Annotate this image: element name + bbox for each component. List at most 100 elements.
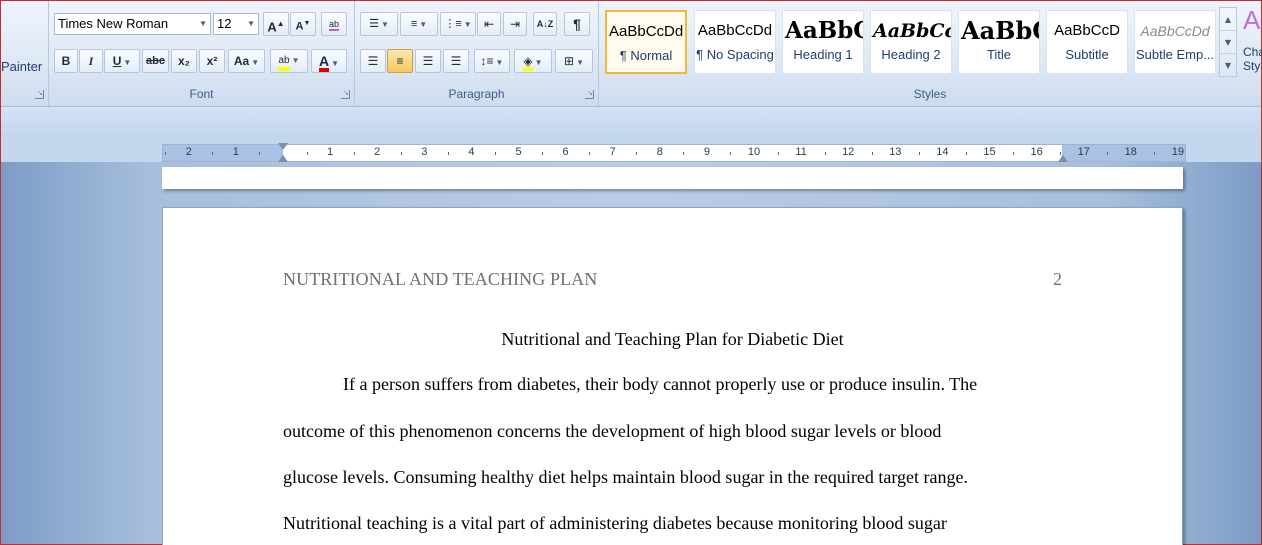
style-subtitle[interactable]: AaBbCcD Subtitle (1046, 10, 1128, 74)
strikethrough-button[interactable]: abc (142, 49, 169, 73)
chevron-down-icon[interactable]: ▼ (331, 59, 339, 68)
clear-formatting-icon: ab (328, 19, 339, 31)
style-name: Subtitle (1065, 47, 1109, 62)
sort-button[interactable]: A↓Z (533, 12, 557, 36)
ruler-number: 16 (1030, 146, 1043, 158)
change-styles-button[interactable]: A Cha Sty (1243, 5, 1262, 73)
highlighter-icon: ab (278, 55, 290, 71)
bullets-button[interactable]: ☰ ▼ (360, 12, 398, 36)
chevron-down-icon[interactable]: ▼ (123, 58, 131, 67)
bold-button[interactable]: B (54, 49, 78, 73)
ruler-tick (353, 152, 355, 155)
document-page[interactable]: NUTRITIONAL AND TEACHING PLAN 2 Nutritio… (162, 207, 1183, 545)
underline-button[interactable]: U ▼ (104, 49, 140, 73)
font-color-button[interactable]: A ▼ (311, 49, 347, 73)
font-size-combo[interactable]: 12 ▼ (213, 13, 259, 35)
clear-formatting-button[interactable]: ab (321, 12, 347, 36)
style-sample: AaBbC (961, 16, 1039, 45)
first-line-indent-icon[interactable] (278, 143, 288, 150)
style-title[interactable]: AaBbC Title (958, 10, 1040, 74)
font-color-icon: A (318, 54, 330, 72)
style-sample: AaBbC (785, 17, 863, 44)
grow-font-button[interactable]: A▲ (263, 12, 289, 36)
style-name: Subtle Emp... (1135, 47, 1215, 62)
italic-button[interactable]: I (79, 49, 103, 73)
paragraph-group: ☰ ▼ ≡ ▼ ⋮≡ ▼ ⇤ ⇥ A↓Z ¶ ☰ ≡ ☰ ☰ ↕≡ ▼ ◈ ▼ ⊞ ▼ Pa… (355, 1, 599, 106)
font-group: Times New Roman ▼ 12 ▼ A▲ A▼ ab B I U ▼ a… (49, 1, 355, 106)
font-dialog-launcher-icon[interactable]: ↘ (341, 90, 350, 99)
ruler-left-margin (163, 145, 283, 161)
style-name: Heading 1 (793, 47, 853, 62)
style-name: Title (986, 47, 1012, 62)
align-center-icon: ≡ (396, 54, 404, 68)
line-spacing-button[interactable]: ↕≡ ▼ (474, 49, 510, 73)
ruler-number: 15 (983, 146, 996, 158)
clipboard-dialog-launcher-icon[interactable]: ↘ (35, 90, 44, 99)
font-size-value: 12 (217, 16, 232, 31)
ruler-number: 10 (747, 146, 761, 158)
subscript-button[interactable]: x₂ (171, 49, 197, 73)
align-left-button[interactable]: ☰ (360, 49, 386, 73)
ruler-tick (918, 152, 920, 155)
chevron-down-icon[interactable]: ▼ (464, 20, 472, 29)
right-indent-icon[interactable] (1058, 155, 1068, 162)
chevron-down-icon[interactable]: ▼ (247, 14, 255, 34)
ruler-number: 13 (889, 146, 902, 158)
ruler-number: 8 (656, 146, 663, 158)
ruler-tick (1154, 152, 1156, 155)
style-subtle-emphasis[interactable]: AaBbCcDd Subtle Emp... (1134, 10, 1216, 74)
increase-indent-button[interactable]: ⇥ (503, 12, 527, 36)
hanging-indent-icon[interactable] (278, 155, 288, 162)
horizontal-ruler[interactable]: 2 1 1 2 3 4 5 6 7 8 9 10 11 12 13 14 15 16 17 18 19 (162, 143, 1186, 162)
clipboard-group: Painter ↘ (1, 1, 49, 106)
pilcrow-icon: ¶ (573, 16, 581, 32)
body-line: If a person suffers from diabetes, their… (343, 374, 978, 394)
style-heading-1[interactable]: AaBbC Heading 1 (782, 10, 864, 74)
ruler-number: 1 (327, 146, 334, 158)
chevron-down-icon[interactable]: ▼ (199, 14, 207, 34)
shrink-font-button[interactable]: A▼ (290, 12, 316, 36)
font-name-combo[interactable]: Times New Roman ▼ (54, 13, 211, 35)
align-center-button[interactable]: ≡ (387, 49, 413, 73)
ruler-number: 19 (1171, 146, 1185, 158)
highlight-button[interactable]: ab ▼ (270, 49, 308, 73)
style-heading-2[interactable]: AaBbCc Heading 2 (870, 10, 952, 74)
shading-button[interactable]: ◈ ▼ (514, 49, 552, 73)
style-normal[interactable]: AaBbCcDd ¶ Normal (605, 10, 687, 74)
justify-button[interactable]: ☰ (443, 49, 469, 73)
show-marks-button[interactable]: ¶ (564, 12, 590, 36)
ruler-tick (1107, 152, 1109, 155)
chevron-down-icon[interactable]: ▼ (381, 20, 389, 29)
ruler-tick (165, 152, 167, 155)
paint-bucket-icon: ◈ (523, 55, 533, 71)
ruler-tick (400, 152, 402, 155)
borders-button[interactable]: ⊞ ▼ (555, 49, 593, 73)
chevron-down-icon[interactable]: ▼ (496, 58, 504, 67)
gallery-more-icon[interactable]: ▼ (1220, 54, 1236, 77)
body-line: glucose levels. Consuming healthy diet h… (283, 467, 969, 487)
ruler-number: 2 (185, 146, 192, 158)
style-no-spacing[interactable]: AaBbCcDd ¶ No Spacing (694, 10, 776, 74)
chevron-down-icon[interactable]: ▼ (1220, 31, 1236, 54)
multilevel-list-button[interactable]: ⋮≡ ▼ (440, 12, 476, 36)
format-painter-button[interactable]: Painter (1, 59, 42, 74)
ruler-tick (824, 152, 826, 155)
decrease-indent-button[interactable]: ⇤ (477, 12, 501, 36)
ruler-tick (259, 152, 261, 155)
styles-group-label: Styles (913, 87, 947, 101)
chevron-down-icon[interactable]: ▼ (535, 58, 543, 67)
chevron-up-icon[interactable]: ▲ (1220, 8, 1236, 31)
numbered-list-icon: ≡ (410, 18, 418, 30)
change-case-button[interactable]: Aa ▼ (228, 49, 265, 73)
chevron-down-icon[interactable]: ▼ (251, 58, 259, 67)
align-right-button[interactable]: ☰ (415, 49, 441, 73)
chevron-down-icon[interactable]: ▼ (419, 20, 427, 29)
ruler-tick (777, 152, 779, 155)
chevron-down-icon[interactable]: ▼ (292, 56, 300, 65)
running-head: NUTRITIONAL AND TEACHING PLAN (283, 269, 598, 289)
chevron-down-icon[interactable]: ▼ (576, 58, 584, 67)
decrease-indent-icon: ⇤ (483, 17, 495, 31)
paragraph-dialog-launcher-icon[interactable]: ↘ (585, 90, 594, 99)
superscript-button[interactable]: x² (199, 49, 225, 73)
numbering-button[interactable]: ≡ ▼ (400, 12, 438, 36)
